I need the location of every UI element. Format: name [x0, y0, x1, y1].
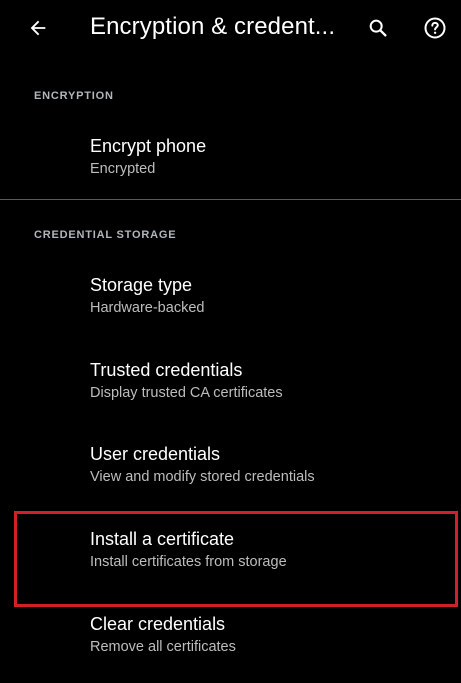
- item-subtitle: Encrypted: [90, 161, 156, 177]
- section-header-encryption: ENCRYPTION: [34, 90, 114, 102]
- item-title: Storage type: [90, 275, 193, 295]
- item-title: Clear credentials: [90, 614, 226, 634]
- item-title: Trusted credentials: [90, 360, 243, 380]
- highlight-box: [14, 511, 458, 607]
- section-divider: [0, 199, 461, 200]
- app-bar: Encryption & credent...: [0, 0, 461, 60]
- list-item-encrypt-phone[interactable]: Encrypt phone Encrypted: [0, 125, 461, 191]
- item-title: User credentials: [90, 444, 221, 464]
- item-subtitle: Remove all certificates: [90, 639, 236, 655]
- search-icon[interactable]: [362, 12, 394, 44]
- back-arrow-icon[interactable]: [22, 12, 54, 44]
- item-subtitle: Display trusted CA certificates: [90, 385, 283, 401]
- item-subtitle: Hardware-backed: [90, 300, 205, 316]
- page-title: Encryption & credent...: [90, 13, 336, 40]
- item-subtitle: View and modify stored credentials: [90, 469, 315, 485]
- help-icon[interactable]: [419, 12, 451, 44]
- item-title: Encrypt phone: [90, 136, 207, 156]
- list-item-user-credentials[interactable]: User credentials View and modify stored …: [0, 434, 461, 504]
- list-item-trusted-credentials[interactable]: Trusted credentials Display trusted CA c…: [0, 350, 461, 420]
- list-item-storage-type[interactable]: Storage type Hardware-backed: [0, 265, 461, 335]
- list-item-clear-credentials[interactable]: Clear credentials Remove all certificate…: [0, 604, 461, 674]
- section-header-credential-storage: CREDENTIAL STORAGE: [34, 229, 177, 241]
